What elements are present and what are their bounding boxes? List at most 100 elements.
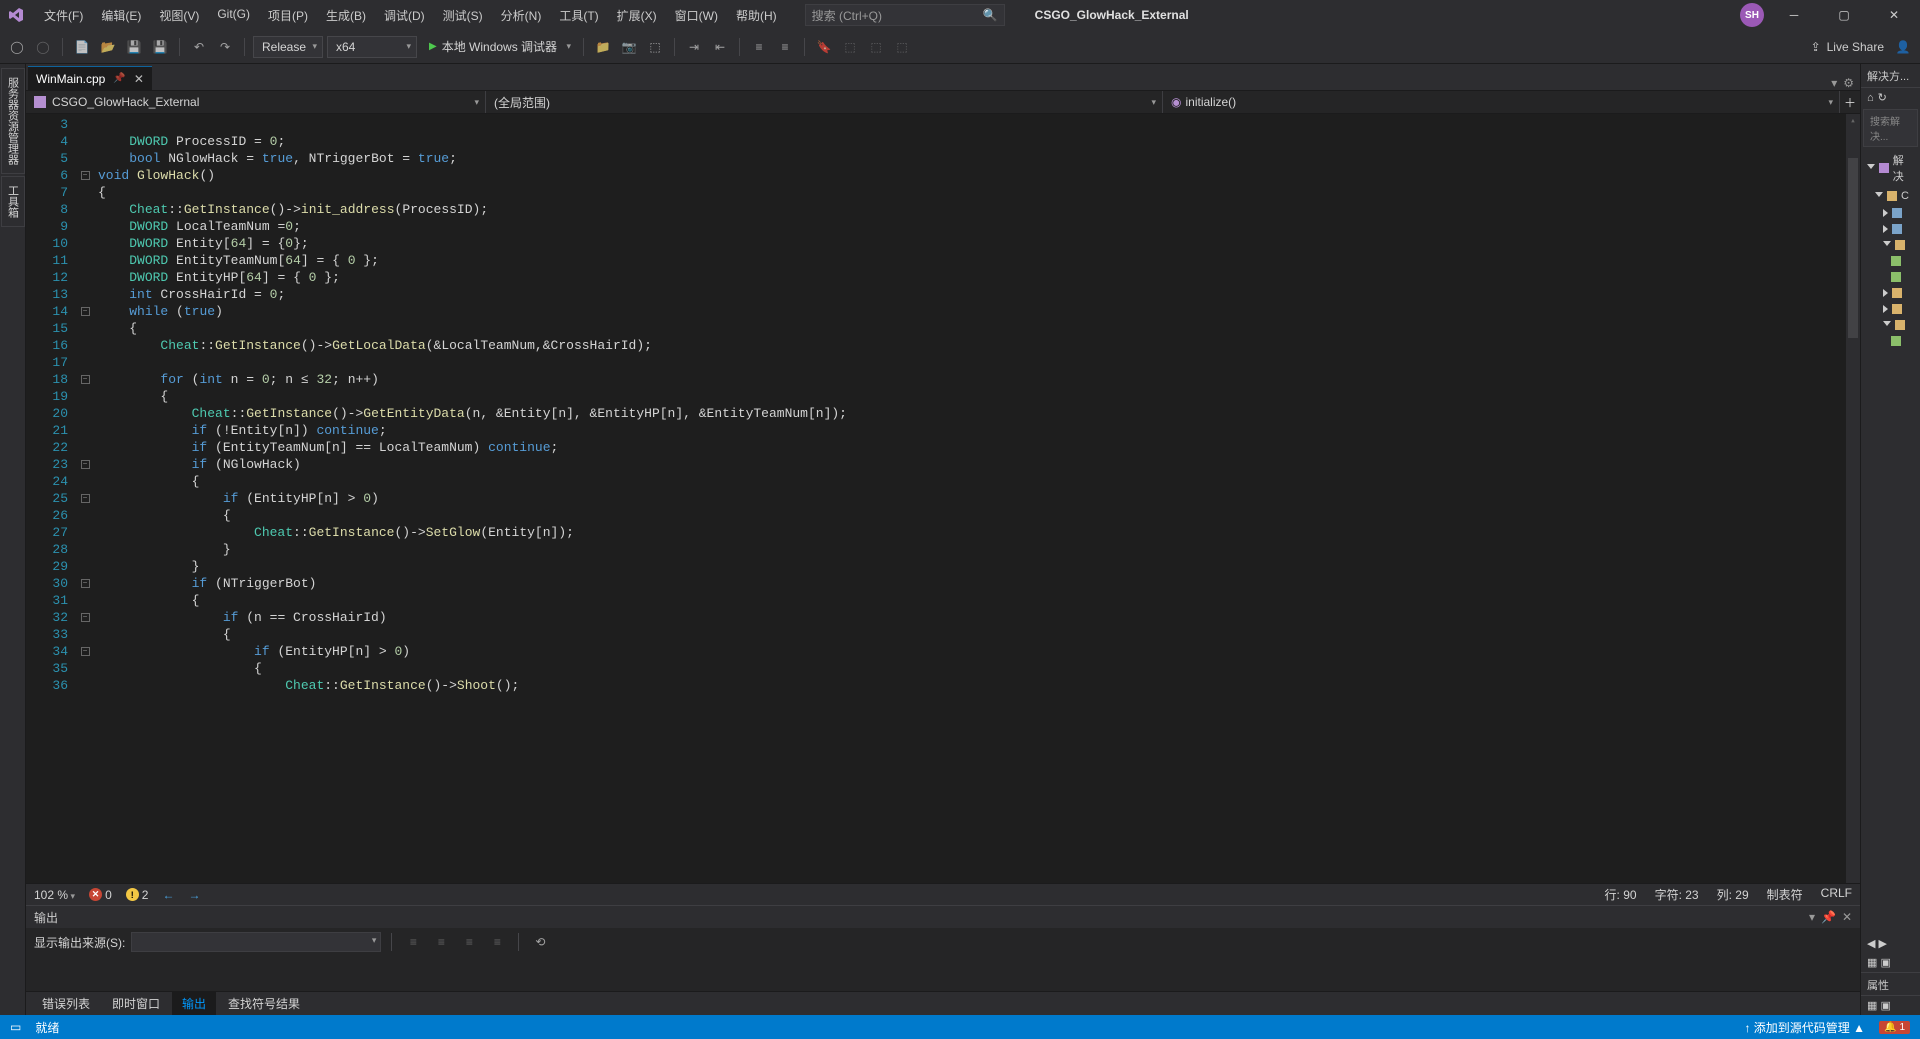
chevron-down-icon[interactable]	[1883, 321, 1891, 330]
tb-icon-9[interactable]: ⬚	[865, 36, 887, 58]
out-icon-2[interactable]: ≡	[430, 931, 452, 953]
menu-item[interactable]: 扩展(X)	[609, 3, 665, 28]
close-tab-icon[interactable]: ✕	[134, 72, 144, 86]
tree-item[interactable]	[1861, 253, 1920, 269]
code-editor[interactable]: 3456789101112131415161718192021222324252…	[26, 114, 1860, 883]
fold-gutter[interactable]: −−−−−−−−	[78, 114, 92, 883]
tb-icon-7[interactable]: ≡	[774, 36, 796, 58]
chevron-right-icon[interactable]	[1883, 289, 1888, 297]
menu-item[interactable]: 调试(D)	[376, 3, 433, 28]
tb-icon-8[interactable]: ⬚	[839, 36, 861, 58]
chevron-down-icon[interactable]	[1875, 192, 1883, 201]
nav-back-arrow[interactable]: ←	[162, 888, 174, 902]
scm-button[interactable]: ↑ 添加到源代码管理 ▲	[1744, 1019, 1865, 1036]
search-box[interactable]: 搜索 (Ctrl+Q) 🔍	[805, 4, 1005, 26]
project-node[interactable]: C	[1861, 187, 1920, 205]
chevron-right-icon[interactable]	[1883, 305, 1888, 313]
solution-explorer[interactable]: 解决方... ⌂ ↻ 搜索解决... 解决 C	[1860, 64, 1920, 1015]
nav-namespace-combo[interactable]: (全局范围)	[486, 91, 1163, 113]
avatar[interactable]: SH	[1740, 3, 1764, 27]
notifications-button[interactable]: 🔔 1	[1879, 1021, 1910, 1034]
chevron-down-icon[interactable]	[1867, 164, 1875, 173]
platform-combo[interactable]: x64	[327, 36, 417, 58]
new-item-icon[interactable]: 📄	[71, 36, 93, 58]
warning-count[interactable]: ! 2	[126, 888, 149, 902]
tree-item[interactable]	[1861, 221, 1920, 237]
tree-item[interactable]	[1861, 269, 1920, 285]
refresh-icon[interactable]: ↻	[1878, 91, 1887, 104]
live-share-button[interactable]: ⇪ Live Share	[1811, 40, 1884, 54]
tb-icon-1[interactable]: 📁	[592, 36, 614, 58]
indent-mode[interactable]: 制表符	[1767, 886, 1803, 903]
solution-toolbar[interactable]: ⌂ ↻	[1861, 88, 1920, 107]
feedback-icon[interactable]: 👤	[1892, 36, 1914, 58]
out-icon-3[interactable]: ≡	[458, 931, 480, 953]
code-content[interactable]: DWORD ProcessID = 0; bool NGlowHack = tr…	[92, 114, 1846, 883]
menu-item[interactable]: 视图(V)	[151, 3, 207, 28]
solution-node[interactable]: 解决	[1861, 149, 1920, 187]
open-icon[interactable]: 📂	[97, 36, 119, 58]
menu-item[interactable]: 窗口(W)	[667, 3, 726, 28]
tb-icon-6[interactable]: ≡	[748, 36, 770, 58]
close-button[interactable]: ✕	[1874, 0, 1914, 30]
menu-item[interactable]: 测试(S)	[435, 3, 491, 28]
line-ending[interactable]: CRLF	[1821, 886, 1852, 903]
chevron-right-icon[interactable]	[1883, 209, 1888, 217]
save-icon[interactable]: 💾	[123, 36, 145, 58]
menu-item[interactable]: 文件(F)	[36, 3, 91, 28]
bookmark-icon[interactable]: 🔖	[813, 36, 835, 58]
tree-item[interactable]	[1861, 301, 1920, 317]
redo-icon[interactable]: ↷	[214, 36, 236, 58]
tree-item[interactable]	[1861, 237, 1920, 253]
bottom-tab[interactable]: 输出	[172, 992, 216, 1015]
maximize-button[interactable]: ▢	[1824, 0, 1864, 30]
tree-item[interactable]	[1861, 333, 1920, 349]
chevron-down-icon[interactable]	[1883, 241, 1891, 250]
bottom-tab[interactable]: 查找符号结果	[218, 992, 310, 1015]
view-icons[interactable]: ▦ ▣	[1861, 953, 1920, 972]
chevron-right-icon[interactable]	[1883, 225, 1888, 233]
out-icon-5[interactable]: ⟲	[529, 931, 551, 953]
nav-add-button[interactable]: ＋	[1840, 91, 1860, 113]
minimize-button[interactable]: ─	[1774, 0, 1814, 30]
solution-search[interactable]: 搜索解决...	[1863, 109, 1918, 147]
prop-icons[interactable]: ▦ ▣	[1861, 996, 1920, 1015]
tool-tab[interactable]: 服务器资源管理器	[1, 68, 25, 174]
menu-item[interactable]: 项目(P)	[260, 3, 316, 28]
menu-item[interactable]: 帮助(H)	[728, 3, 785, 28]
zoom-combo[interactable]: 102 %	[34, 888, 75, 902]
panel-close-icon[interactable]: ✕	[1842, 910, 1852, 924]
output-source-combo[interactable]	[131, 932, 381, 952]
nav-scope-combo[interactable]: CSGO_GlowHack_External	[26, 91, 486, 113]
menu-item[interactable]: Git(G)	[209, 3, 258, 28]
tb-icon-10[interactable]: ⬚	[891, 36, 913, 58]
tree-item[interactable]	[1861, 317, 1920, 333]
pin-icon[interactable]: 📌	[113, 73, 125, 84]
bottom-tab[interactable]: 错误列表	[32, 992, 100, 1015]
file-tab-winmain[interactable]: WinMain.cpp 📌 ✕	[28, 66, 152, 90]
tb-icon-4[interactable]: ⇥	[683, 36, 705, 58]
config-combo[interactable]: Release	[253, 36, 323, 58]
nav-fwd-arrow[interactable]: →	[188, 888, 200, 902]
panel-pin-icon[interactable]: 📌	[1821, 910, 1836, 924]
tree-item[interactable]	[1861, 205, 1920, 221]
tb-icon-5[interactable]: ⇤	[709, 36, 731, 58]
tool-tab[interactable]: 工具箱	[1, 176, 25, 227]
tree-item[interactable]	[1861, 285, 1920, 301]
out-icon-1[interactable]: ≡	[402, 931, 424, 953]
nav-member-combo[interactable]: ◉ initialize()	[1163, 91, 1840, 113]
nav-back-icon[interactable]: ◯	[6, 36, 28, 58]
start-debug-button[interactable]: ▶ 本地 Windows 调试器	[421, 36, 575, 58]
nav-fwd-icon[interactable]: ◯	[32, 36, 54, 58]
tab-dropdown-icon[interactable]: ▾	[1831, 76, 1837, 90]
menu-item[interactable]: 分析(N)	[493, 3, 550, 28]
tab-gear-icon[interactable]: ⚙	[1843, 76, 1854, 90]
save-all-icon[interactable]: 💾	[149, 36, 171, 58]
menu-item[interactable]: 工具(T)	[551, 3, 606, 28]
out-icon-4[interactable]: ≡	[486, 931, 508, 953]
tb-icon-3[interactable]: ⬚	[644, 36, 666, 58]
menu-item[interactable]: 编辑(E)	[93, 3, 149, 28]
panel-dropdown-icon[interactable]: ▾	[1809, 910, 1815, 924]
menu-item[interactable]: 生成(B)	[318, 3, 374, 28]
tb-icon-2[interactable]: 📷	[618, 36, 640, 58]
